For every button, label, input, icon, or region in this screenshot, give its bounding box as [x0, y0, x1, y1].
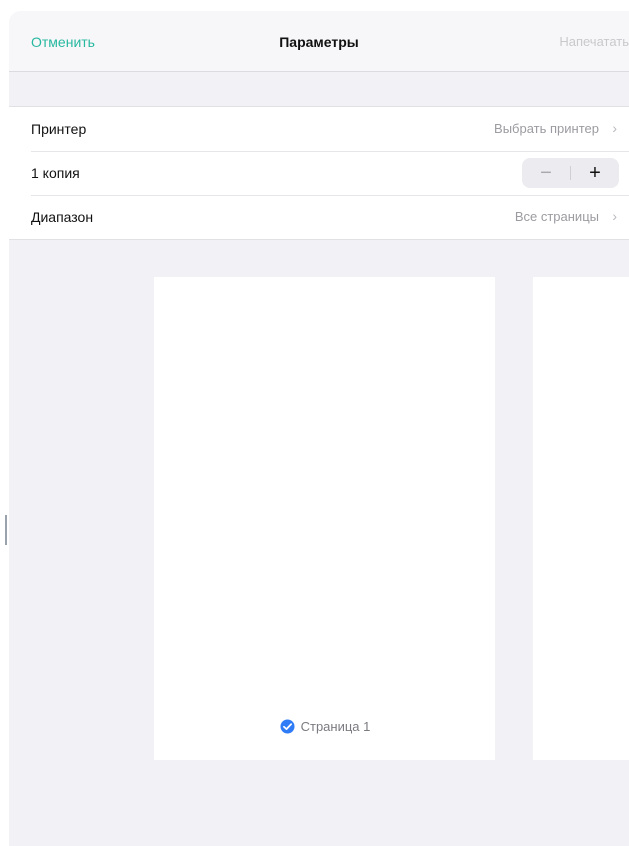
- copies-row: 1 копия − +: [9, 151, 629, 195]
- range-row[interactable]: Диапазон Все страницы ›: [9, 195, 629, 239]
- edge-mark: [5, 515, 7, 545]
- increment-button[interactable]: +: [571, 158, 619, 188]
- copies-stepper: − +: [522, 158, 619, 188]
- decrement-button[interactable]: −: [522, 158, 570, 188]
- page-label: Страница 1: [154, 718, 495, 735]
- print-settings-list: Принтер Выбрать принтер › 1 копия − + Ди…: [9, 106, 629, 240]
- printer-row[interactable]: Принтер Выбрать принтер ›: [9, 107, 629, 151]
- printer-label: Принтер: [31, 121, 87, 137]
- chevron-right-icon: ›: [612, 208, 617, 224]
- checkmark-circle-icon: [278, 718, 296, 735]
- range-value: Все страницы: [514, 209, 599, 224]
- page-label-text: Страница 1: [300, 718, 371, 734]
- navigation-bar: Отменить Параметры Напечатать: [9, 11, 629, 72]
- print-options-sheet: Отменить Параметры Напечатать Принтер Вы…: [9, 11, 629, 846]
- page-preview-1[interactable]: Страница 1: [154, 277, 495, 760]
- range-label: Диапазон: [31, 209, 94, 225]
- print-button[interactable]: Напечатать: [559, 34, 629, 49]
- copies-label: 1 копия: [31, 165, 80, 181]
- page-title: Параметры: [279, 34, 359, 50]
- chevron-right-icon: ›: [612, 120, 617, 136]
- page-preview-2[interactable]: [533, 277, 629, 760]
- printer-value: Выбрать принтер: [494, 121, 599, 136]
